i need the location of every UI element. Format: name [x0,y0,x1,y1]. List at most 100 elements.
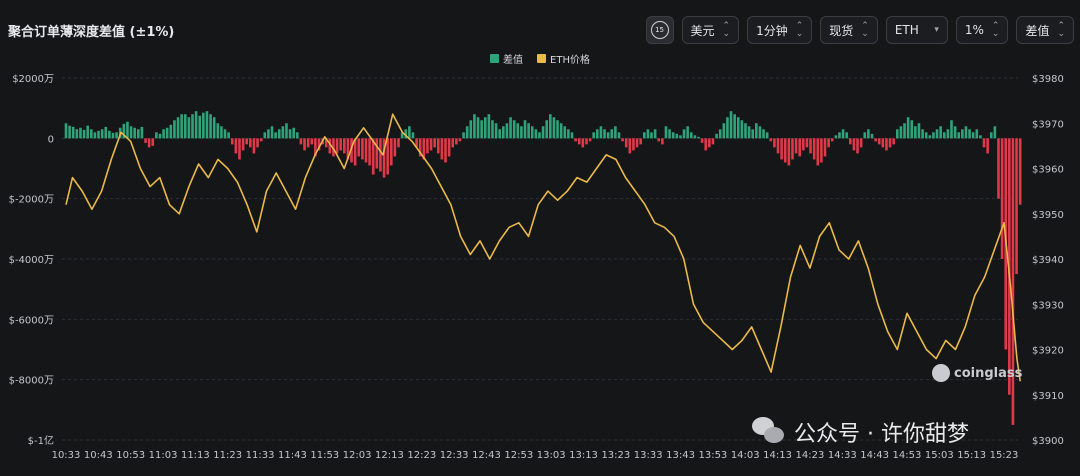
diff-bar [68,125,71,139]
diff-bar [126,121,129,139]
x-tick-label: 14:33 [828,450,857,461]
diff-bar [523,120,527,139]
diff-bar [71,126,75,139]
diff-bar [877,138,881,145]
diff-bar [755,123,758,139]
diff-bar [762,129,765,139]
diff-bar [111,132,115,139]
x-tick-label: 14:43 [860,450,889,461]
diff-bar [874,138,877,142]
diff-bar [946,129,950,139]
diff-bar [296,132,299,139]
diff-bar [816,138,820,166]
diff-bar [682,129,686,139]
diff-bar [708,138,711,148]
diff-bar [852,138,856,151]
diff-bar [830,138,834,142]
diff-bar [64,123,68,139]
diff-bar [802,138,805,151]
y-left-tick-label: 0 [48,134,54,145]
diff-bar [1015,138,1018,275]
diff-bar [386,138,389,175]
diff-bar [176,117,180,139]
y-left-tick-label: $-8000万 [9,376,54,387]
diff-bar [93,132,97,139]
diff-bar [906,117,910,139]
y-right-tick-label: $3940 [1032,255,1064,266]
x-tick-label: 12:33 [440,450,469,461]
x-tick-label: 12:53 [504,450,533,461]
x-tick-label: 13:43 [666,450,695,461]
x-tick-label: 12:43 [472,450,501,461]
x-tick-label: 12:13 [375,450,404,461]
diff-bar [545,120,549,139]
diff-bar [841,129,845,139]
diff-bar [805,138,809,148]
diff-bar [661,138,664,145]
diff-bar [75,129,79,139]
diff-bar [711,138,715,145]
diff-bar [357,138,361,157]
diff-bar [899,126,903,139]
diff-bar [451,138,455,148]
diff-bar [700,138,704,143]
y-left-tick-label: $-4000万 [9,255,54,266]
diff-bar [921,129,924,139]
diff-bar [848,138,852,145]
x-tick-label: 14:23 [796,450,825,461]
diff-bar [917,123,921,139]
x-tick-label: 10:33 [52,450,81,461]
diff-bar [440,138,444,160]
y-left-tick-label: $2000万 [12,74,54,85]
diff-bar [646,129,650,139]
diff-bar [581,138,585,148]
diff-bar [603,129,606,139]
x-tick-label: 13:53 [698,450,727,461]
diff-bar [147,138,151,148]
diff-bar [158,133,162,139]
y-right-tick-label: $3900 [1032,436,1064,447]
diff-bar [1000,138,1004,259]
eth-price-line [65,113,1021,382]
diff-bar [856,138,859,154]
diff-bar [165,127,169,139]
x-tick-label: 11:13 [181,450,210,461]
diff-bar [339,138,342,151]
diff-bar [306,138,310,148]
diff-bar [642,132,646,139]
diff-bar [433,138,436,148]
diff-bar [238,138,241,160]
diff-bar [859,138,863,148]
x-tick-label: 11:53 [310,450,339,461]
diff-bar [961,129,964,139]
y-left-tick-label: $-1亿 [28,434,54,447]
diff-bar [310,138,314,145]
diff-bar [657,138,661,142]
diff-bar [559,123,563,139]
diff-bar [129,126,133,139]
diff-bar [1018,138,1022,205]
diff-bar [133,127,136,139]
diff-bar [241,138,245,151]
diff-bar [476,117,480,139]
diff-bar [686,126,689,139]
diff-bar [914,126,917,139]
x-tick-label: 12:23 [407,450,436,461]
x-tick-label: 13:23 [601,450,630,461]
diff-bar [299,138,303,145]
diff-bar [679,135,682,139]
diff-bar [487,114,491,139]
diff-bar [668,129,671,139]
diff-bar [577,138,581,145]
diff-bar [881,138,885,148]
diff-bar [599,126,603,139]
diff-bar [617,132,621,139]
diff-bar [274,132,277,139]
x-tick-label: 13:03 [537,450,566,461]
diff-bar [538,132,541,139]
diff-bar [426,138,429,154]
diff-bar [216,123,220,139]
diff-bar [957,132,961,139]
diff-bar [827,138,830,148]
y-right-tick-label: $3950 [1032,210,1064,221]
